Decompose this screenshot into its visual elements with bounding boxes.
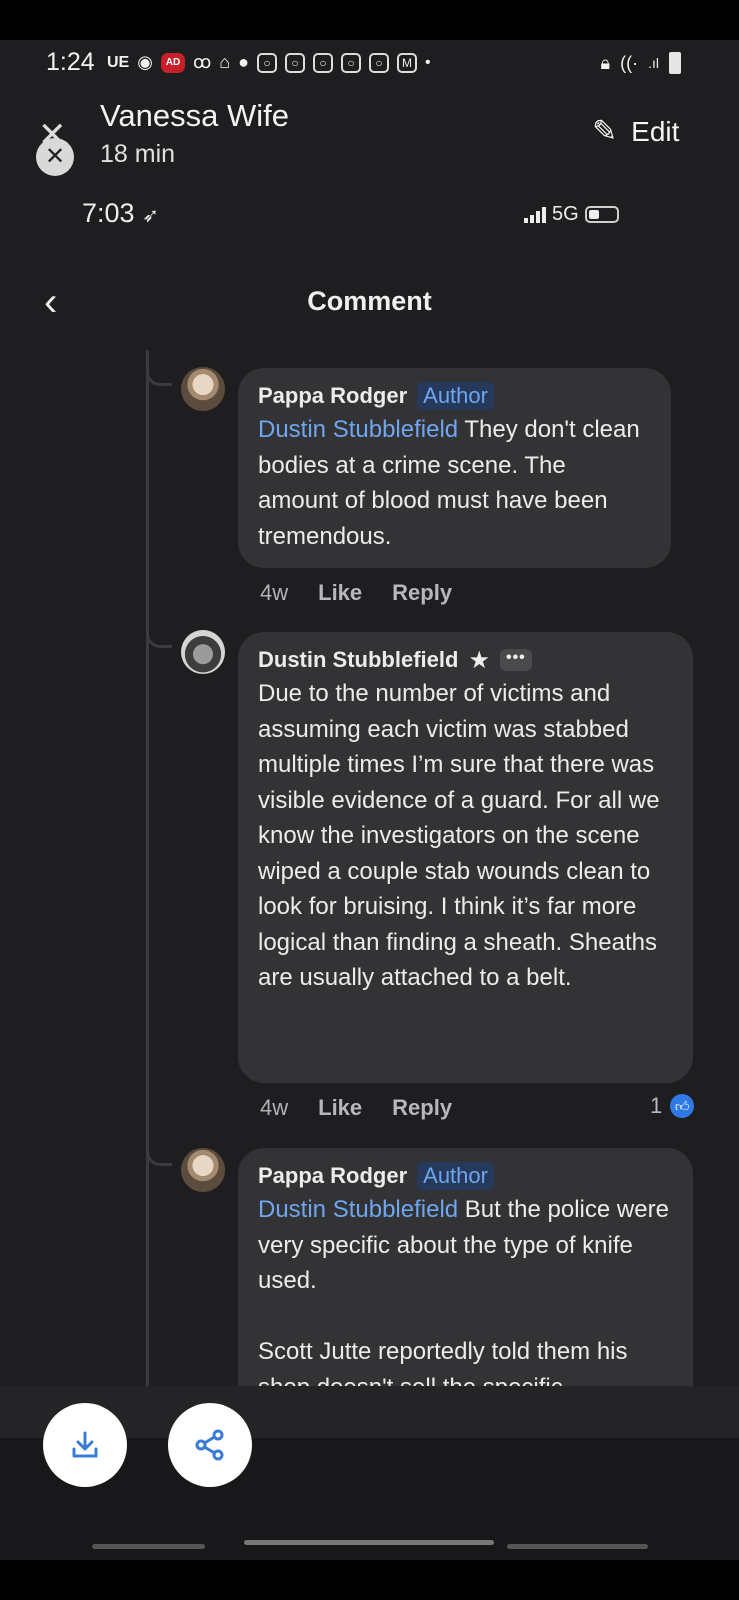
android-clock: 1:24	[46, 48, 95, 76]
mention-link[interactable]: Dustin Stubblefield	[258, 416, 458, 443]
close-circle-icon: ✕	[36, 138, 74, 176]
home-icon: ⌂	[219, 52, 231, 72]
ios-clock-text: 7:03	[82, 198, 135, 228]
author-badge: Author	[417, 1162, 494, 1190]
comment-bubble: Pappa Rodger Author Dustin Stubblefield …	[238, 1148, 693, 1408]
signal-icon: .ıl	[648, 55, 659, 71]
comment-bubble: Pappa Rodger Author Dustin Stubblefield …	[238, 368, 671, 568]
comment-body: Due to the number of victims and assumin…	[258, 680, 667, 991]
page-title: Comment	[307, 286, 432, 316]
close-button[interactable]: ✕ ✕	[36, 118, 76, 176]
comment-author[interactable]: Pappa Rodger	[258, 383, 407, 409]
reaction-count: 1	[650, 1093, 663, 1118]
lock-icon: 🔒︎	[600, 52, 611, 73]
ios-clock: 7:03 ➶	[82, 198, 159, 229]
mention-link[interactable]: Dustin Stubblefield	[258, 1196, 458, 1223]
like-button[interactable]: Like	[318, 1095, 362, 1121]
battery-icon	[669, 52, 681, 74]
nav-indicator	[507, 1544, 648, 1549]
comment-text: But the police were very specific about …	[258, 1196, 669, 1401]
comment-actions: 4w Like Reply	[260, 1095, 452, 1121]
location-arrow-icon: ➶	[142, 205, 159, 227]
ios-battery-icon	[584, 206, 619, 223]
pencil-icon: ✎	[592, 115, 618, 148]
more-button[interactable]: •••	[499, 649, 532, 671]
avatar[interactable]	[181, 630, 225, 674]
comment-body: Dustin Stubblefield They don't clean bod…	[258, 412, 651, 554]
voicemail-icon: ꝏ	[192, 52, 212, 72]
network-label: 5G	[552, 203, 579, 225]
system-indicators: 🔒︎ ((· .ıl	[601, 52, 681, 74]
like-button[interactable]: Like	[318, 580, 362, 606]
share-icon	[195, 1429, 224, 1461]
instagram-icon: ○	[313, 52, 334, 73]
carrier-tag: UE	[107, 53, 130, 71]
edit-button[interactable]: ✎ Edit	[592, 114, 679, 149]
viewer-title: Vanessa Wife	[100, 98, 289, 133]
dot-icon: •	[425, 53, 431, 71]
comment-body: Dustin Stubblefield But the police were …	[258, 1192, 673, 1405]
comment-header: Pappa Rodger Author	[258, 380, 651, 412]
instagram-icon: ○	[341, 52, 362, 73]
viewer-subtitle: 18 min	[100, 140, 176, 168]
comment-header: Dustin Stubblefield ★ •••	[258, 644, 673, 676]
download-button[interactable]	[43, 1403, 127, 1487]
instagram-icon: ○	[285, 52, 306, 73]
share-button[interactable]	[168, 1403, 252, 1487]
avatar[interactable]	[181, 367, 225, 411]
android-status-bar: 1:24 UE ◉ AD ꝏ ⌂ ● ○ ○ ○ ○ ○ M • 🔒︎ ((· …	[0, 40, 739, 88]
reply-button[interactable]: Reply	[392, 1095, 452, 1121]
avatar[interactable]	[181, 1148, 225, 1192]
reply-button[interactable]: Reply	[392, 580, 452, 606]
notification-icons: UE ◉ AD ꝏ ⌂ ● ○ ○ ○ ○ ○ M •	[107, 52, 431, 73]
author-badge: Author	[417, 382, 494, 410]
comment-header: Pappa Rodger Author	[258, 1160, 673, 1192]
thumbs-up-icon: 👍︎	[670, 1094, 695, 1118]
comment-actions: 4w Like Reply	[260, 580, 452, 606]
reaction-summary[interactable]: 1 👍︎	[650, 1093, 695, 1119]
comment-time: 4w	[260, 580, 289, 605]
ad-blocker-icon: AD	[160, 52, 185, 73]
thread-line	[146, 350, 149, 1390]
edit-label: Edit	[631, 115, 680, 147]
home-indicator[interactable]	[244, 1540, 494, 1545]
instagram-icon: ○	[257, 52, 278, 73]
comment-author[interactable]: Pappa Rodger	[258, 1163, 407, 1189]
wifi-icon: ((·	[620, 52, 639, 73]
gmail-icon: M	[397, 52, 418, 73]
reddit-icon: ●	[238, 52, 250, 72]
download-icon	[72, 1431, 98, 1458]
comment-bubble: Dustin Stubblefield ★ ••• Due to the num…	[238, 632, 693, 1083]
star-icon: ★	[468, 646, 490, 674]
comment-time: 4w	[260, 1095, 289, 1120]
ios-status-indicators: 5G	[524, 203, 619, 226]
instagram-icon: ○	[369, 52, 390, 73]
messenger-icon: ◉	[137, 52, 153, 72]
comment-author[interactable]: Dustin Stubblefield	[258, 647, 458, 673]
cell-signal-icon	[524, 206, 546, 223]
nav-indicator	[92, 1544, 205, 1549]
